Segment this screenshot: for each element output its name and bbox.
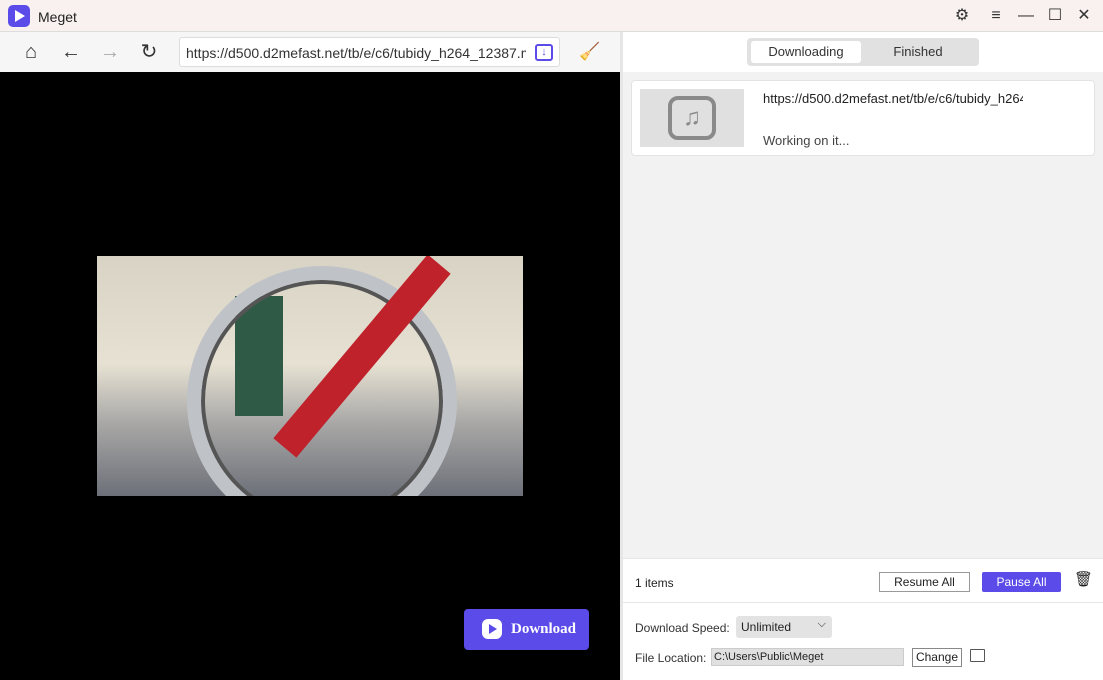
chevron-down-icon: ⌵ bbox=[817, 618, 826, 630]
resume-all-button[interactable]: Resume All bbox=[879, 572, 970, 592]
location-field[interactable]: C:\Users\Public\Meget bbox=[711, 648, 904, 666]
browser-toolbar: ⌂ ← → ↻ https://d500.d2mefast.net/tb/e/c… bbox=[0, 32, 620, 72]
gear-icon[interactable]: ⚙ bbox=[952, 6, 972, 26]
url-input[interactable]: https://d500.d2mefast.net/tb/e/c6/tubidy… bbox=[179, 37, 560, 67]
hamburger-menu-icon[interactable]: ≡ bbox=[986, 6, 1006, 26]
music-icon: ♫ bbox=[668, 96, 716, 140]
reload-icon[interactable]: ↻ bbox=[137, 40, 161, 64]
speed-value: Unlimited bbox=[741, 620, 792, 634]
download-url: https://d500.d2mefast.net/tb/e/c6/tubidy… bbox=[763, 91, 1023, 106]
download-status: Working on it... bbox=[763, 133, 850, 148]
folder-icon[interactable] bbox=[970, 649, 985, 662]
downloads-actions: 1 items Resume All Pause All 🗑 bbox=[623, 558, 1103, 603]
tab-group: Downloading Finished bbox=[747, 38, 979, 66]
close-button[interactable]: ✕ bbox=[1074, 6, 1094, 26]
app-title: Meget bbox=[38, 9, 77, 25]
broom-clear-icon[interactable]: 🧹 bbox=[578, 40, 602, 64]
tab-finished[interactable]: Finished bbox=[863, 41, 973, 63]
downloads-pane: Downloading Finished ♫ https://d500.d2me… bbox=[623, 32, 1103, 680]
browser-pane: ⌂ ← → ↻ https://d500.d2mefast.net/tb/e/c… bbox=[0, 32, 620, 680]
change-button[interactable]: Change bbox=[912, 648, 962, 667]
title-bar: Meget ⚙ ≡ — ☐ ✕ bbox=[0, 0, 1103, 32]
download-to-list-icon[interactable]: ↓ bbox=[535, 44, 553, 61]
pause-all-button[interactable]: Pause All bbox=[982, 572, 1061, 592]
download-button-label: Download bbox=[511, 621, 577, 637]
forward-arrow-icon[interactable]: → bbox=[98, 40, 122, 64]
url-text: https://d500.d2mefast.net/tb/e/c6/tubidy… bbox=[186, 45, 526, 61]
tab-bar: Downloading Finished bbox=[623, 32, 1103, 72]
maximize-button[interactable]: ☐ bbox=[1045, 6, 1065, 26]
speed-select[interactable]: Unlimited ⌵ bbox=[736, 616, 832, 638]
download-button[interactable]: Download bbox=[464, 609, 589, 650]
speed-label: Download Speed: bbox=[635, 621, 730, 635]
meget-logo-icon bbox=[482, 619, 502, 639]
location-label: File Location: bbox=[635, 651, 707, 665]
back-arrow-icon[interactable]: ← bbox=[59, 40, 83, 64]
download-thumbnail: ♫ bbox=[640, 89, 744, 147]
tab-downloading[interactable]: Downloading bbox=[751, 41, 861, 63]
app-logo-icon bbox=[8, 5, 30, 27]
home-icon[interactable]: ⌂ bbox=[19, 40, 43, 64]
trash-icon[interactable]: 🗑 bbox=[1074, 571, 1093, 589]
items-count: 1 items bbox=[635, 576, 674, 590]
video-player[interactable] bbox=[97, 256, 523, 496]
minimize-button[interactable]: — bbox=[1016, 6, 1036, 26]
settings-footer: Download Speed: Unlimited ⌵ File Location… bbox=[623, 603, 1103, 680]
download-item[interactable]: ♫ https://d500.d2mefast.net/tb/e/c6/tubi… bbox=[631, 80, 1095, 156]
